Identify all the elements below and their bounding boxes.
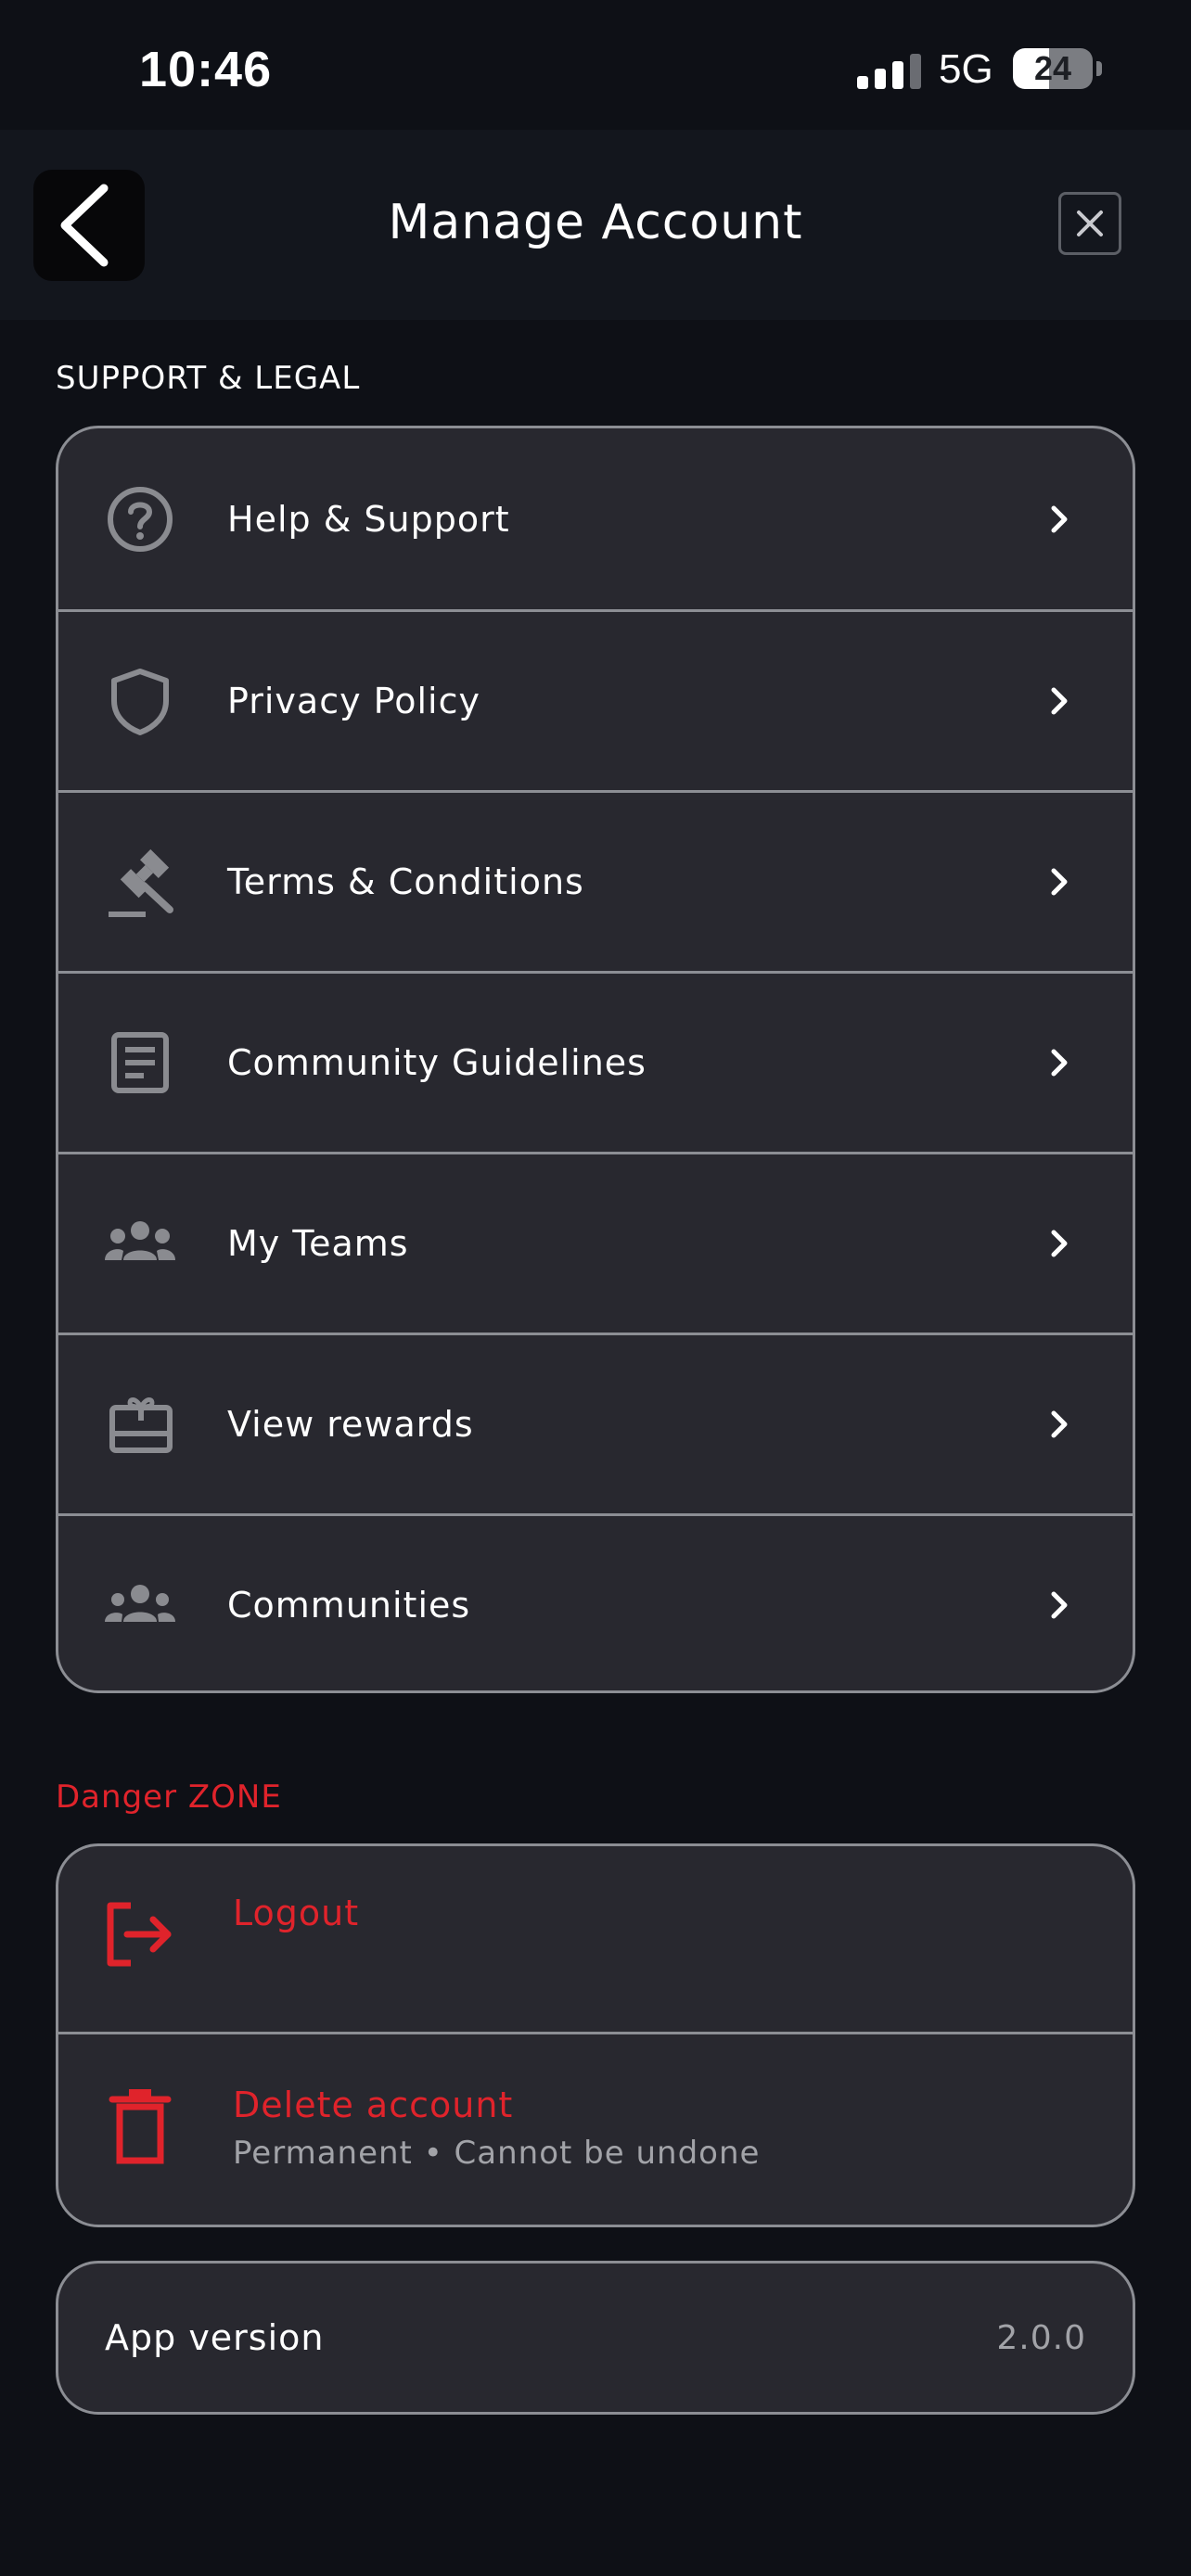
status-bar: 10:46 5G 24: [0, 0, 1191, 130]
battery-icon: 24: [1013, 48, 1093, 89]
logout-icon: [107, 1902, 172, 1967]
app-version-label: App version: [105, 2317, 325, 2358]
delete-account-label: Delete account: [233, 2085, 514, 2125]
shield-icon: [111, 669, 169, 735]
communities-icon: [105, 1585, 175, 1622]
app-version-card: App version 2.0.0: [56, 2261, 1135, 2415]
menu-item-label: Privacy Policy: [227, 681, 480, 721]
menu-item-label: View rewards: [227, 1404, 474, 1445]
menu-item-terms-conditions[interactable]: Terms & Conditions: [58, 790, 1133, 971]
close-icon: [1077, 210, 1103, 236]
document-icon: [111, 1032, 169, 1093]
menu-item-privacy-policy[interactable]: Privacy Policy: [58, 609, 1133, 790]
chevron-right-icon: [1051, 1049, 1068, 1077]
app-version-value: 2.0.0: [996, 2318, 1086, 2357]
logout-button[interactable]: Logout: [58, 1846, 1133, 2032]
menu-item-my-teams[interactable]: My Teams: [58, 1152, 1133, 1333]
delete-account-button[interactable]: Delete account Permanent • Cannot be und…: [58, 2032, 1133, 2225]
battery-cap: [1096, 61, 1102, 76]
chevron-right-icon: [1051, 687, 1068, 715]
menu-item-view-rewards[interactable]: View rewards: [58, 1333, 1133, 1513]
status-time: 10:46: [139, 42, 273, 97]
gift-card-icon: [109, 1397, 173, 1453]
section-title-support-legal: SUPPORT & LEGAL: [56, 360, 361, 397]
page-title: Manage Account: [388, 195, 803, 250]
close-button[interactable]: [1058, 192, 1121, 255]
chevron-right-icon: [1051, 505, 1068, 532]
menu-item-label: Help & Support: [227, 498, 510, 540]
delete-account-subtitle: Permanent • Cannot be undone: [233, 2135, 761, 2172]
teams-icon: [105, 1221, 175, 1260]
top-app-bar: Manage Account: [0, 130, 1191, 320]
help-circle-icon: [108, 486, 173, 552]
danger-zone-card: Logout Delete account Permanent • Cannot…: [56, 1843, 1135, 2227]
chevron-right-icon: [1051, 1591, 1068, 1619]
chevron-right-icon: [1051, 1410, 1068, 1438]
menu-item-communities[interactable]: Communities: [58, 1513, 1133, 1690]
chevron-right-icon: [1051, 1230, 1068, 1257]
menu-item-community-guidelines[interactable]: Community Guidelines: [58, 971, 1133, 1152]
logout-label: Logout: [233, 1893, 360, 1933]
trash-icon: [109, 2089, 172, 2164]
menu-item-label: Community Guidelines: [227, 1042, 647, 1083]
signal-strength-icon: [857, 54, 922, 89]
gavel-icon: [109, 848, 173, 917]
menu-item-label: Terms & Conditions: [227, 861, 584, 902]
network-type: 5G: [939, 46, 993, 92]
support-legal-card: Help & Support Privacy Policy Terms & Co…: [56, 426, 1135, 1693]
menu-item-label: My Teams: [227, 1223, 409, 1264]
menu-item-help-support[interactable]: Help & Support: [58, 428, 1133, 609]
section-title-danger-zone: Danger ZONE: [56, 1779, 282, 1816]
battery-percent: 24: [1033, 49, 1072, 87]
menu-item-label: Communities: [227, 1585, 471, 1626]
chevron-right-icon: [1051, 868, 1068, 896]
